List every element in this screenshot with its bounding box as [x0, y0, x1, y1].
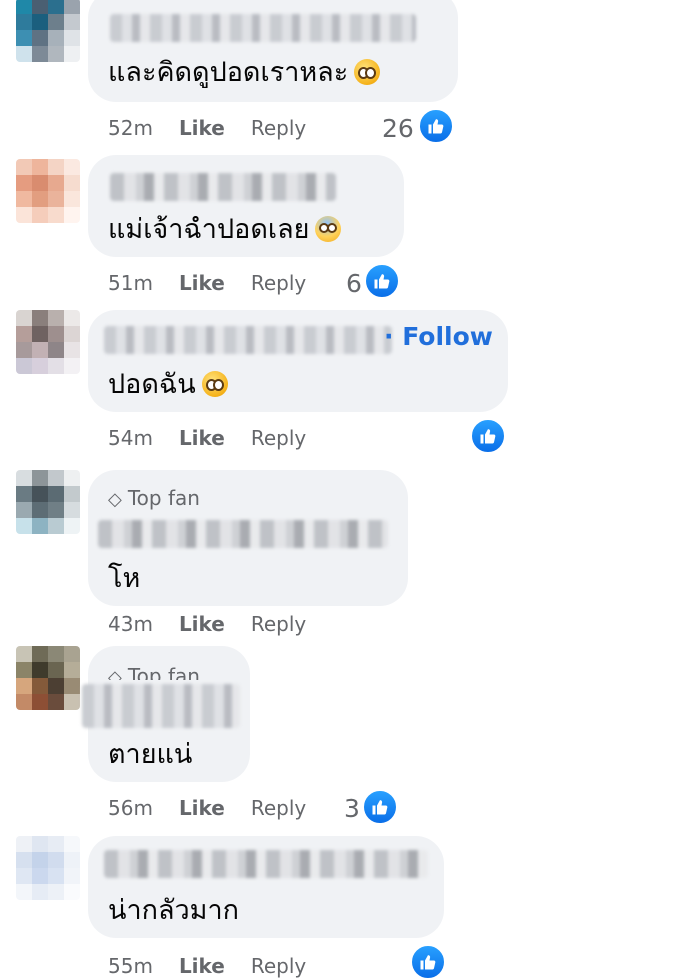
commenter-name[interactable]	[110, 14, 416, 42]
top-fan-badge: ◇ Top fan	[108, 486, 200, 510]
timestamp[interactable]: 55m	[108, 954, 153, 978]
screaming-face-icon	[315, 216, 342, 242]
avatar[interactable]	[16, 646, 80, 710]
like-reaction-icon[interactable]	[470, 418, 506, 454]
like-button[interactable]: Like	[179, 271, 225, 295]
timestamp[interactable]: 51m	[108, 271, 153, 295]
badge-label: Top fan	[127, 486, 200, 510]
comment-bubble: · Follow ปอดฉัน	[88, 310, 508, 412]
comment-meta: 54m Like Reply	[108, 426, 306, 450]
avatar[interactable]	[16, 310, 80, 374]
like-button[interactable]: Like	[179, 426, 225, 450]
commenter-name[interactable]	[98, 520, 388, 548]
reply-button[interactable]: Reply	[251, 116, 306, 140]
commenter-name[interactable]	[82, 684, 240, 728]
like-button[interactable]: Like	[179, 796, 225, 820]
comment-bubble: ◇ Top fan โห	[88, 470, 408, 606]
like-button[interactable]: Like	[179, 116, 225, 140]
comment-meta: 56m Like Reply	[108, 796, 306, 820]
reply-button[interactable]: Reply	[251, 954, 306, 978]
reply-button[interactable]: Reply	[251, 426, 306, 450]
comment-text-content: น่ากลัวมาก	[108, 895, 239, 926]
comment-bubble: และคิดดูปอดเราหละ	[88, 0, 458, 102]
timestamp[interactable]: 52m	[108, 116, 153, 140]
commenter-name[interactable]	[110, 173, 336, 201]
comment-bubble: แม่เจ้าฉำปอดเลย	[88, 155, 404, 257]
comment-text: ตายแน่	[108, 732, 192, 775]
reply-button[interactable]: Reply	[251, 612, 306, 636]
diamond-icon: ◇	[108, 489, 122, 510]
comment-meta: 51m Like Reply	[108, 271, 306, 295]
timestamp[interactable]: 56m	[108, 796, 153, 820]
like-reaction-icon[interactable]	[364, 263, 400, 299]
comment-text-content: และคิดดูปอดเราหละ	[108, 57, 349, 88]
comment-text-content: แม่เจ้าฉำปอดเลย	[108, 214, 310, 245]
avatar[interactable]	[16, 836, 80, 900]
like-reaction-icon[interactable]	[362, 789, 398, 825]
badge-label: Top fan	[127, 664, 200, 680]
avatar[interactable]	[16, 159, 80, 223]
comment-text: และคิดดูปอดเราหละ	[108, 50, 381, 93]
reaction-count[interactable]: 26	[382, 114, 414, 143]
comment-text-content: ตายแน่	[108, 739, 193, 770]
avatar[interactable]	[16, 0, 80, 62]
comment-meta: 52m Like Reply	[108, 116, 306, 140]
reply-button[interactable]: Reply	[251, 271, 306, 295]
like-reaction-icon[interactable]	[410, 944, 446, 980]
pleading-face-icon	[354, 59, 381, 85]
commenter-name[interactable]	[104, 326, 392, 354]
comment-text-content: โห	[108, 563, 141, 594]
comment-meta: 55m Like Reply	[108, 954, 306, 978]
comment-bubble: ◇ Top fan ตายแน่	[82, 646, 250, 782]
reaction-count[interactable]: 3	[344, 794, 360, 823]
timestamp[interactable]: 43m	[108, 612, 153, 636]
comment-text: น่ากลัวมาก	[108, 888, 239, 931]
comment-bubble: น่ากลัวมาก	[88, 836, 444, 938]
commenter-name[interactable]	[104, 850, 428, 878]
like-button[interactable]: Like	[179, 612, 225, 636]
reaction-count[interactable]: 6	[346, 269, 362, 298]
reply-button[interactable]: Reply	[251, 796, 306, 820]
avatar[interactable]	[16, 470, 80, 534]
like-button[interactable]: Like	[179, 954, 225, 978]
pleading-face-icon	[201, 371, 228, 397]
follow-button[interactable]: · Follow	[384, 322, 493, 351]
comment-meta: 43m Like Reply	[108, 612, 306, 636]
timestamp[interactable]: 54m	[108, 426, 153, 450]
comment-text: ปอดฉัน	[108, 362, 228, 405]
comment-text: โห	[108, 556, 140, 599]
like-reaction-icon[interactable]	[418, 108, 454, 144]
comment-text: แม่เจ้าฉำปอดเลย	[108, 207, 342, 250]
top-fan-badge: ◇ Top fan	[108, 664, 200, 680]
comment-text-content: ปอดฉัน	[108, 369, 196, 400]
diamond-icon: ◇	[108, 667, 122, 680]
